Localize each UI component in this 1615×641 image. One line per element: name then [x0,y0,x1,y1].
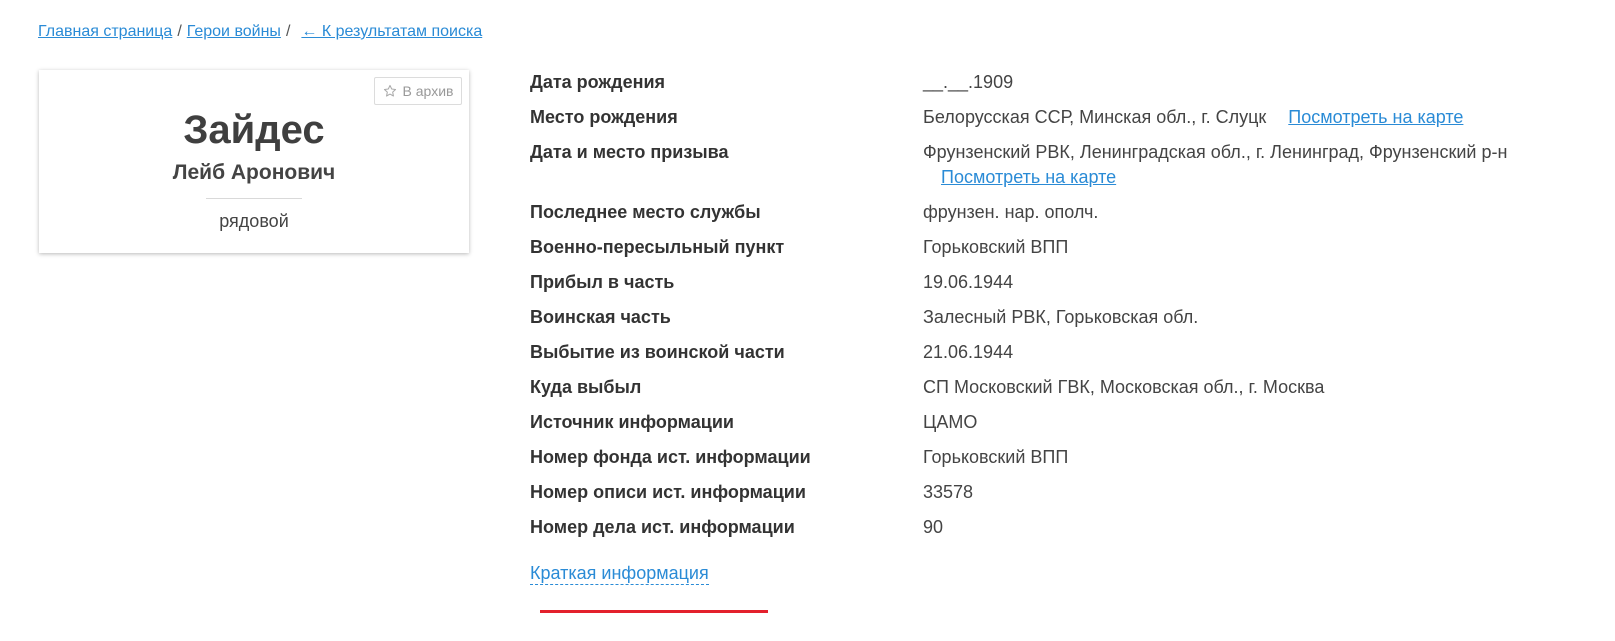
detail-value: СП Московский ГВК, Московская обл., г. М… [923,377,1325,397]
star-outline-icon [383,84,397,98]
detail-label: Источник информации [530,412,734,432]
card-divider [206,198,302,199]
detail-value: фрунзен. нар. ополч. [923,202,1099,222]
detail-row-birth-date: Дата рождения __.__.1909 [530,65,1605,100]
view-on-map-link[interactable]: Посмотреть на карте [1288,107,1463,127]
detail-label: Номер фонда ист. информации [530,447,811,467]
detail-label: Последнее место службы [530,202,761,222]
detail-value: Горьковский ВПП [923,447,1069,467]
person-details-table: Дата рождения __.__.1909 Место рождения … [530,65,1605,545]
person-card: В архив Зайдес Лейб Аронович рядовой [39,70,469,253]
person-given-names: Лейб Аронович [172,161,336,184]
detail-value: Залесный РВК, Горьковская обл. [923,307,1199,327]
detail-row-source: Источник информации ЦАМО [530,405,1605,440]
back-to-search-results-link[interactable]: ← К результатам поиска [301,23,482,40]
detail-row-birth-place: Место рождения Белорусская ССР, Минская … [530,100,1605,135]
breadcrumb-separator: / [177,23,182,40]
detail-row-conscription: Дата и место призыва Фрунзенский РВК, Ле… [530,135,1605,195]
detail-value: Белорусская ССР, Минская обл., г. Слуцк П… [923,105,1605,130]
add-to-archive-label: В архив [402,83,454,99]
detail-value: 19.06.1944 [923,272,1014,292]
add-to-archive-button[interactable]: В архив [374,77,462,105]
detail-row-arrival: Прибыл в часть 19.06.1944 [530,265,1605,300]
detail-value: 21.06.1944 [923,342,1014,362]
detail-value-text: Белорусская ССР, Минская обл., г. Слуцк [923,107,1267,127]
detail-row-destination: Куда выбыл СП Московский ГВК, Московская… [530,370,1605,405]
detail-label: Дата и место призыва [530,142,729,162]
detail-label: Военно-пересыльный пункт [530,237,785,257]
detail-row-inventory-number: Номер описи ист. информации 33578 [530,475,1605,510]
detail-value: Фрунзенский РВК, Ленинградская обл., г. … [923,140,1605,190]
detail-label: Воинская часть [530,307,671,327]
person-rank: рядовой [219,211,289,231]
breadcrumb-heroes-link[interactable]: Герои войны [187,23,281,40]
detail-label: Куда выбыл [530,377,642,397]
detail-value: Горьковский ВПП [923,237,1069,257]
breadcrumb-separator: / [285,23,291,40]
detail-row-last-service: Последнее место службы фрунзен. нар. опо… [530,195,1605,230]
detail-value: ЦАМО [923,412,978,432]
view-on-map-link[interactable]: Посмотреть на карте [941,165,1605,190]
breadcrumb: Главная страница / Герои войны / ← К результ… [38,21,482,43]
person-surname: Зайдес [183,108,325,152]
detail-label: Выбытие из воинской части [530,342,785,362]
detail-value: __.__.1909 [923,72,1014,92]
section-accent-line [540,610,768,613]
detail-value: 33578 [923,482,974,502]
detail-row-transit-point: Военно-пересыльный пункт Горьковский ВПП [530,230,1605,265]
detail-label: Дата рождения [530,72,666,92]
detail-row-fund-number: Номер фонда ист. информации Горьковский … [530,440,1605,475]
detail-value-text: Фрунзенский РВК, Ленинградская обл., г. … [923,142,1508,162]
detail-label: Номер дела ист. информации [530,517,795,537]
detail-value: 90 [923,517,944,537]
detail-label: Номер описи ист. информации [530,482,806,502]
detail-label: Прибыл в часть [530,272,675,292]
detail-row-military-unit: Воинская часть Залесный РВК, Горьковская… [530,300,1605,335]
detail-label: Место рождения [530,107,678,127]
brief-info-link[interactable]: Краткая информация [530,562,709,585]
detail-row-departure: Выбытие из воинской части 21.06.1944 [530,335,1605,370]
breadcrumb-home-link[interactable]: Главная страница [38,23,172,40]
detail-row-file-number: Номер дела ист. информации 90 [530,510,1605,545]
